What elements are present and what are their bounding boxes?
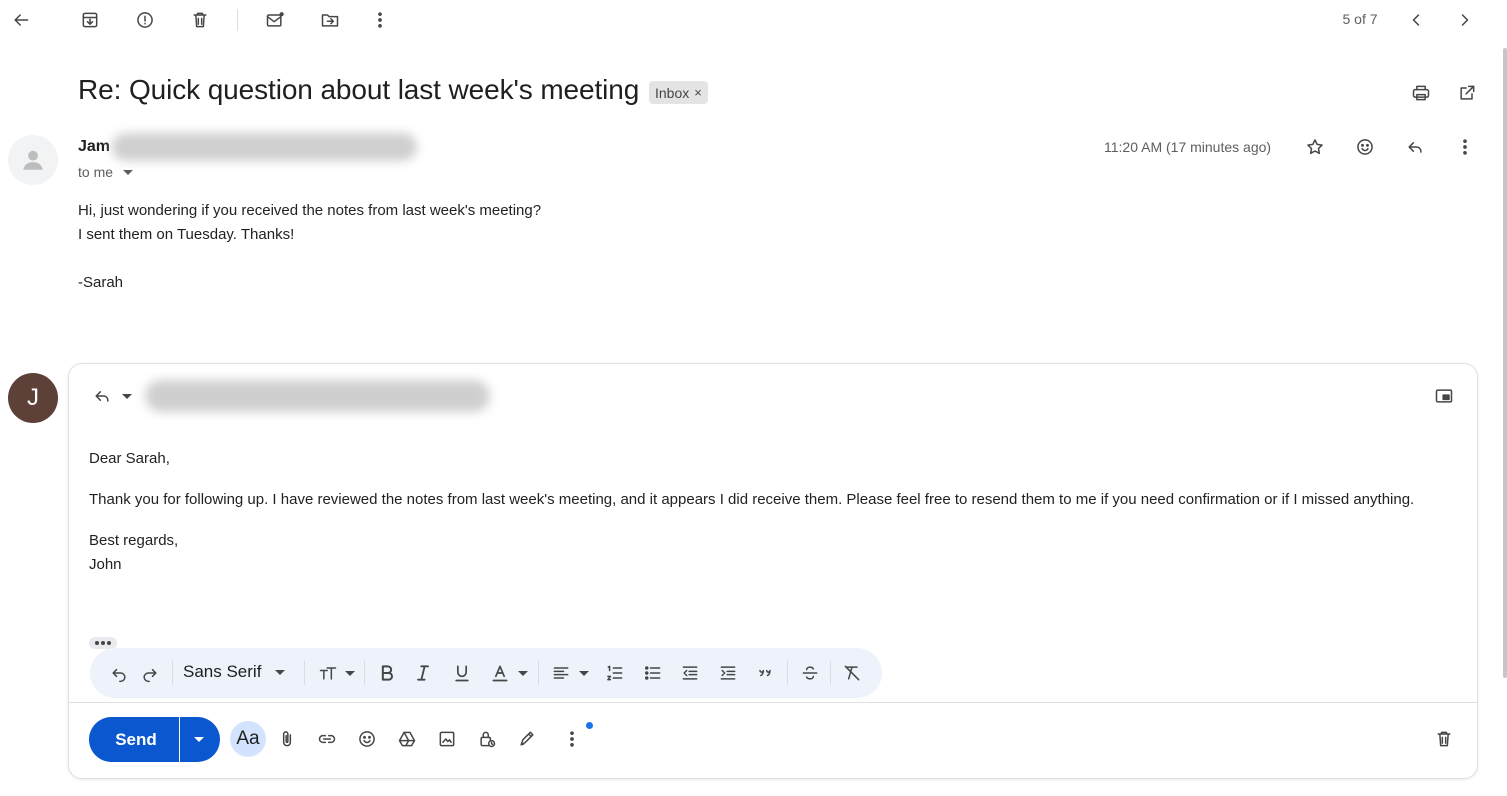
insert-photo-icon[interactable] — [431, 723, 463, 755]
pop-out-composer-icon[interactable] — [1428, 380, 1460, 412]
composer-divider — [69, 702, 1477, 703]
insert-emoji-icon[interactable] — [351, 723, 383, 755]
remove-formatting-icon[interactable] — [836, 657, 868, 689]
message-body: Hi, just wondering if you received the n… — [78, 199, 541, 295]
font-family-select[interactable]: Sans Serif — [183, 662, 286, 682]
person-icon — [23, 150, 43, 170]
indent-less-icon[interactable] — [674, 657, 706, 689]
message-timestamp: 11:20 AM (17 minutes ago) — [1104, 139, 1272, 155]
indent-more-icon[interactable] — [712, 657, 744, 689]
send-options-caret-icon — [193, 737, 204, 742]
underline-icon[interactable] — [446, 657, 478, 689]
reply-greeting: Dear Sarah, — [89, 450, 170, 467]
google-drive-icon[interactable] — [391, 723, 423, 755]
insert-signature-icon[interactable] — [511, 723, 543, 755]
remove-label-icon[interactable]: × — [694, 85, 702, 100]
reply-signature: John — [89, 556, 122, 573]
inbox-label-text: Inbox — [655, 84, 690, 101]
quote-icon[interactable] — [749, 657, 781, 689]
move-to-folder-icon[interactable] — [314, 4, 346, 36]
archive-icon[interactable] — [74, 4, 106, 36]
reply-type-caret-icon[interactable] — [122, 394, 132, 399]
formatting-options-button[interactable]: Aa — [230, 721, 266, 757]
message-more-icon[interactable] — [1449, 131, 1481, 163]
undo-icon[interactable] — [103, 657, 135, 689]
sender-name[interactable]: Jam — [78, 138, 110, 156]
font-family-label: Sans Serif — [183, 662, 262, 681]
trash-icon[interactable] — [184, 4, 216, 36]
bold-icon[interactable] — [371, 657, 403, 689]
redacted-recipient-field[interactable] — [145, 380, 490, 412]
open-in-new-window-icon[interactable] — [1451, 77, 1483, 109]
insert-link-icon[interactable] — [311, 723, 343, 755]
back-arrow-icon[interactable] — [5, 4, 37, 36]
pagination-count: 5 of 7 — [1342, 11, 1378, 27]
reply-paragraph: Thank you for following up. I have revie… — [89, 491, 1415, 508]
page-scrollbar[interactable] — [1503, 48, 1507, 678]
redacted-sender-details — [112, 133, 417, 161]
emoji-reaction-icon[interactable] — [1349, 131, 1381, 163]
mark-unread-icon[interactable] — [259, 4, 291, 36]
send-button[interactable]: Send — [89, 717, 179, 762]
strikethrough-icon[interactable] — [794, 657, 826, 689]
font-caret-icon — [275, 669, 286, 675]
recipient-details-toggle[interactable]: to me — [78, 164, 134, 180]
user-avatar[interactable]: J — [8, 373, 58, 423]
text-color-icon[interactable] — [484, 657, 516, 689]
more-vertical-icon[interactable] — [364, 4, 396, 36]
email-subject: Re: Quick question about last week's mee… — [78, 74, 640, 105]
attach-file-icon[interactable] — [271, 723, 303, 755]
inbox-label-chip[interactable]: Inbox × — [649, 81, 708, 104]
message-line: I sent them on Tuesday. Thanks! — [78, 226, 295, 243]
notification-dot — [586, 722, 593, 729]
chevron-left-icon[interactable] — [1400, 4, 1432, 36]
confidential-mode-icon[interactable] — [471, 723, 503, 755]
reply-type-icon[interactable] — [86, 380, 118, 412]
redo-icon[interactable] — [134, 657, 166, 689]
message-line — [78, 247, 541, 271]
toolbar-divider — [237, 9, 238, 31]
numbered-list-icon[interactable] — [599, 657, 631, 689]
print-icon[interactable] — [1405, 77, 1437, 109]
sender-avatar[interactable] — [8, 135, 58, 185]
reply-body-editor[interactable]: Dear Sarah, Thank you for following up. … — [89, 447, 1464, 577]
text-color-caret-icon[interactable] — [518, 671, 528, 676]
report-spam-icon[interactable] — [129, 4, 161, 36]
message-line: -Sarah — [78, 274, 124, 291]
star-icon[interactable] — [1299, 131, 1331, 163]
recipient-line: to me — [78, 164, 114, 180]
message-line: Hi, just wondering if you received the n… — [78, 202, 542, 219]
align-caret-icon[interactable] — [579, 671, 589, 676]
reply-icon[interactable] — [1399, 131, 1431, 163]
chevron-right-icon[interactable] — [1449, 4, 1481, 36]
reply-closing: Best regards, — [89, 532, 179, 549]
more-options-icon[interactable] — [556, 723, 588, 755]
caret-down-icon — [123, 169, 134, 175]
align-icon[interactable] — [545, 657, 577, 689]
text-size-icon[interactable] — [312, 657, 344, 689]
italic-icon[interactable] — [407, 657, 439, 689]
discard-draft-icon[interactable] — [1428, 723, 1460, 755]
bulleted-list-icon[interactable] — [637, 657, 669, 689]
text-size-caret-icon[interactable] — [345, 671, 355, 676]
